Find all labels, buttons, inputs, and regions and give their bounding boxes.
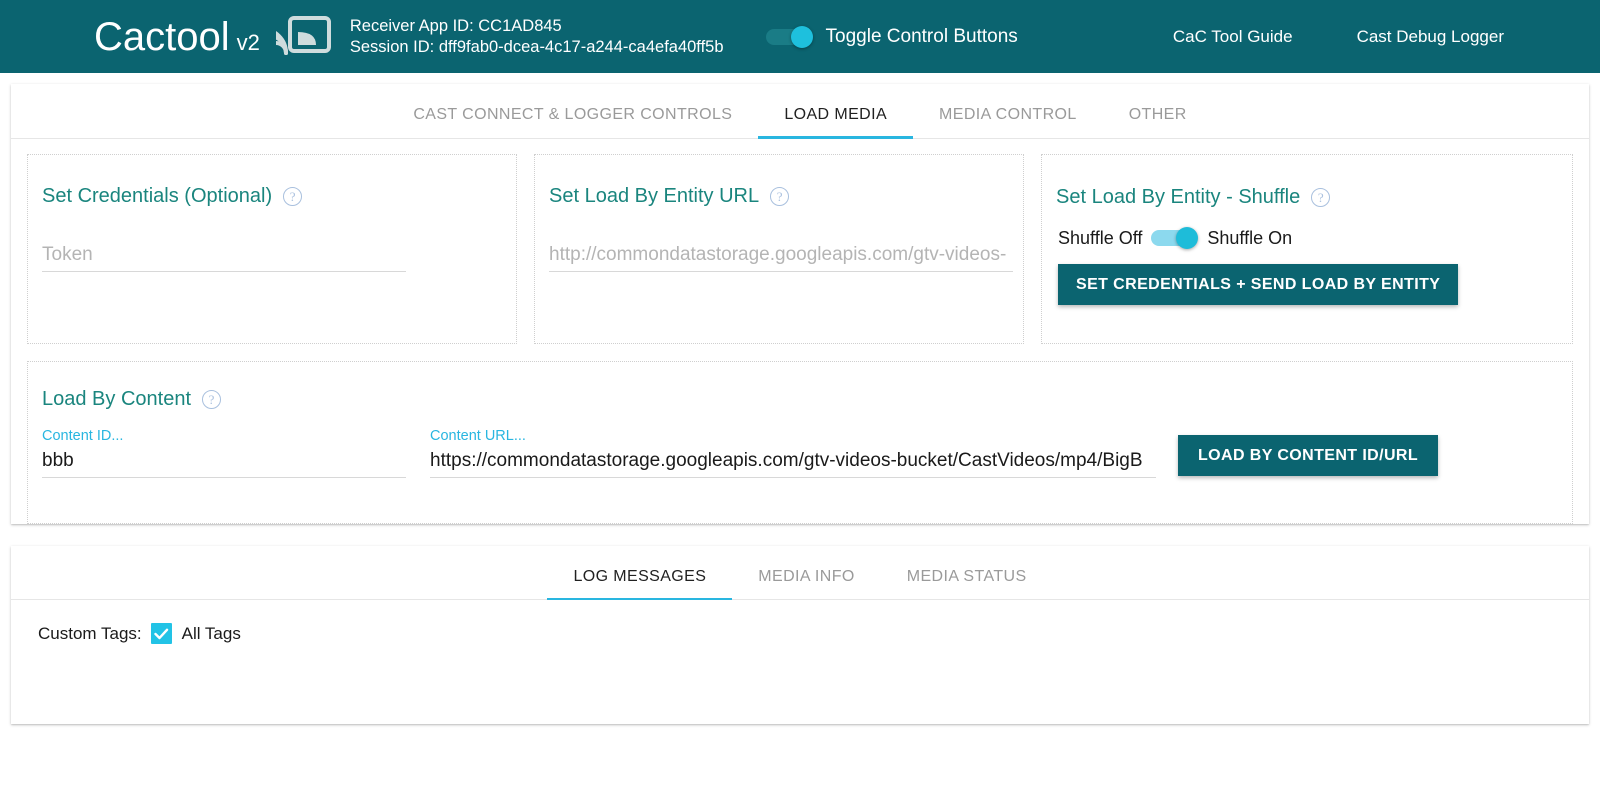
set-load-by-entity-url-card: Set Load By Entity URL ? [534,154,1024,344]
main-tabbar: CAST CONNECT & LOGGER CONTROLS LOAD MEDI… [11,84,1589,139]
tab-cast-connect-logger-controls[interactable]: CAST CONNECT & LOGGER CONTROLS [387,106,758,138]
brand: Cactool v2 [94,17,260,57]
content-url-label: Content URL... [430,428,1156,444]
load-by-content-id-url-button[interactable]: LOAD BY CONTENT ID/URL [1178,435,1438,476]
help-circle-icon[interactable]: ? [202,390,221,409]
load-by-content-fields: Content ID... Content URL... LOAD BY CON… [42,428,1572,478]
switch-knob [1176,227,1198,249]
set-credentials-card: Set Credentials (Optional) ? [27,154,517,344]
toggle-control-buttons-label: Toggle Control Buttons [826,26,1018,48]
shuffle-switch[interactable] [1151,227,1198,249]
tab-media-control[interactable]: MEDIA CONTROL [913,106,1103,138]
set-load-by-entity-shuffle-title-text: Set Load By Entity - Shuffle [1056,186,1300,209]
cast-icon [276,15,332,59]
tab-media-status[interactable]: MEDIA STATUS [881,568,1053,599]
switch-knob [791,26,813,48]
custom-tags-row: Custom Tags: All Tags [38,623,1589,644]
set-credentials-send-load-by-entity-button[interactable]: SET CREDENTIALS + SEND LOAD BY ENTITY [1058,264,1458,305]
tab-log-messages[interactable]: LOG MESSAGES [547,568,732,599]
content-id-field: Content ID... [42,428,406,478]
cac-tool-guide-link[interactable]: CaC Tool Guide [1173,27,1293,47]
set-load-by-entity-url-title: Set Load By Entity URL ? [549,185,1023,208]
toggle-control-buttons-switch[interactable] [766,26,813,48]
all-tags-label: All Tags [182,624,241,644]
set-load-by-entity-shuffle-title: Set Load By Entity - Shuffle ? [1056,186,1572,209]
custom-tags-label: Custom Tags: [38,624,142,644]
cards-row: Set Credentials (Optional) ? Set Load By… [11,139,1589,344]
set-load-by-entity-url-title-text: Set Load By Entity URL [549,185,759,208]
log-tabbar: LOG MESSAGES MEDIA INFO MEDIA STATUS [11,546,1589,600]
content-id-input[interactable] [42,450,406,478]
load-by-content-title-text: Load By Content [42,388,191,411]
entity-url-input[interactable] [549,244,1013,272]
app-header: Cactool v2 Receiver App ID: CC1AD845 Ses… [0,0,1600,73]
help-circle-icon[interactable]: ? [770,187,789,206]
content-url-field: Content URL... [430,428,1156,478]
load-by-content-card: Load By Content ? Content ID... Content … [27,361,1573,524]
session-info: Receiver App ID: CC1AD845 Session ID: df… [350,16,724,58]
shuffle-on-label: Shuffle On [1207,228,1292,249]
app-root: Cactool v2 Receiver App ID: CC1AD845 Ses… [0,0,1600,799]
load-by-content-title: Load By Content ? [42,388,1572,411]
check-icon [154,628,169,640]
set-credentials-title: Set Credentials (Optional) ? [42,185,516,208]
toggle-control-buttons-group: Toggle Control Buttons [766,26,1018,48]
header-links: CaC Tool Guide Cast Debug Logger [1173,27,1600,47]
token-input[interactable] [42,244,406,272]
tab-other[interactable]: OTHER [1103,106,1213,138]
log-panel: LOG MESSAGES MEDIA INFO MEDIA STATUS Cus… [11,546,1589,724]
help-circle-icon[interactable]: ? [1311,188,1330,207]
set-load-by-entity-shuffle-card: Set Load By Entity - Shuffle ? Shuffle O… [1041,154,1573,344]
brand-name: Cactool [94,17,230,57]
tab-load-media[interactable]: LOAD MEDIA [758,106,913,138]
brand-version: v2 [237,30,260,56]
tab-media-info[interactable]: MEDIA INFO [732,568,880,599]
content-url-input[interactable] [430,450,1156,478]
set-credentials-title-text: Set Credentials (Optional) [42,185,272,208]
content-id-label: Content ID... [42,428,406,444]
receiver-app-id: Receiver App ID: CC1AD845 [350,16,724,37]
shuffle-row: Shuffle Off Shuffle On [1058,227,1572,249]
main-panel: CAST CONNECT & LOGGER CONTROLS LOAD MEDI… [11,84,1589,524]
shuffle-off-label: Shuffle Off [1058,228,1142,249]
session-id: Session ID: dff9fab0-dcea-4c17-a244-ca4e… [350,37,724,58]
help-circle-icon[interactable]: ? [283,187,302,206]
cast-debug-logger-link[interactable]: Cast Debug Logger [1357,27,1504,47]
all-tags-checkbox[interactable] [151,623,172,644]
